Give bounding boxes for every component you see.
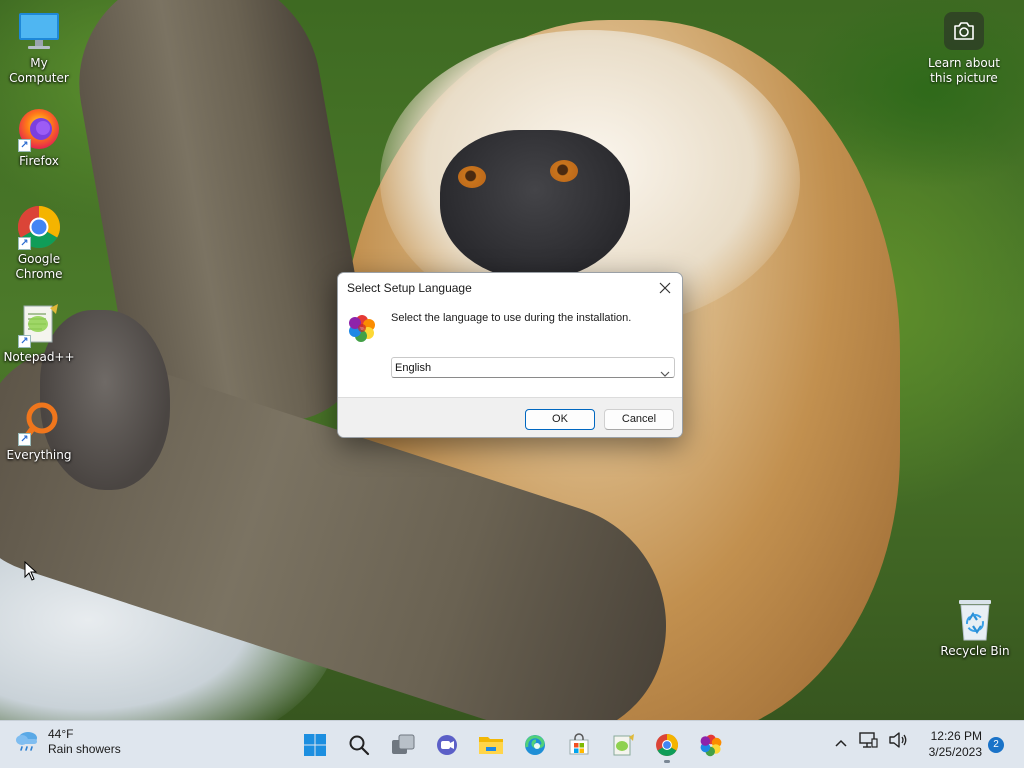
start-icon [304, 734, 326, 756]
wallpaper-monkey-face [440, 130, 630, 280]
desktop-icon-my-computer[interactable]: My Computer [0, 8, 78, 86]
network-button[interactable] [858, 731, 878, 753]
everything-search-icon: ↗ [16, 400, 62, 446]
shortcut-arrow-icon: ↗ [18, 139, 31, 152]
speaker-icon [889, 732, 907, 748]
search-icon [349, 735, 370, 756]
rain-cloud-icon [14, 728, 40, 756]
notepadpp-taskbar-button[interactable] [604, 726, 642, 764]
desktop-icon-label: Notepad++ [3, 350, 75, 364]
edge-icon [525, 735, 545, 755]
desktop-icon-label: Recycle Bin [940, 644, 1010, 658]
setup-taskbar-button[interactable] [692, 726, 730, 764]
wallpaper-monkey-eye-right [550, 160, 578, 182]
chrome-taskbar-button[interactable] [648, 726, 686, 764]
search-button[interactable] [340, 726, 378, 764]
volume-button[interactable] [888, 731, 908, 753]
clock[interactable]: 12:26 PM 3/25/2023 [922, 728, 982, 760]
desktop-icon-firefox[interactable]: ↗ Firefox [0, 106, 78, 169]
chrome-icon: ↗ [16, 204, 62, 250]
start-button[interactable] [296, 726, 334, 764]
notepadpp-icon [613, 734, 634, 756]
firefox-icon: ↗ [16, 106, 62, 152]
notification-badge[interactable]: 2 [988, 737, 1004, 753]
task-view-icon [392, 734, 415, 754]
weather-widget[interactable]: 44°F Rain showers [14, 727, 121, 757]
language-select[interactable]: English [391, 357, 675, 378]
clock-date: 3/25/2023 [928, 745, 982, 759]
camera-icon [944, 12, 984, 50]
chevron-up-icon [835, 739, 847, 747]
system-tray [834, 731, 908, 753]
chat-button[interactable] [428, 726, 466, 764]
language-select-value: English [395, 362, 432, 374]
clock-time: 12:26 PM [930, 729, 982, 743]
shortcut-arrow-icon: ↗ [18, 237, 31, 250]
dialog-titlebar[interactable]: Select Setup Language [338, 273, 682, 303]
store-icon [569, 733, 589, 755]
store-button[interactable] [560, 726, 598, 764]
shortcut-arrow-icon: ↗ [18, 335, 31, 348]
dialog-footer: OK Cancel [338, 397, 682, 437]
learn-about-picture-label: Learn about this picture [928, 56, 1000, 85]
show-hidden-icons-button[interactable] [834, 733, 848, 752]
desktop-icon-label: My Computer [9, 56, 69, 85]
network-icon [859, 732, 878, 748]
learn-about-picture[interactable]: Learn about this picture [914, 12, 1014, 86]
taskbar: 44°F Rain showers 12:26 PM 3/25/2023 2 [0, 720, 1024, 768]
cancel-button[interactable]: Cancel [604, 409, 674, 430]
shortcut-arrow-icon: ↗ [18, 433, 31, 446]
mouse-cursor-icon [24, 560, 38, 585]
desktop-icon-label: Firefox [19, 154, 59, 168]
desktop-icon-label: Everything [6, 448, 72, 462]
monitor-icon [16, 8, 62, 54]
close-icon [659, 282, 671, 294]
chat-icon [437, 735, 457, 755]
weather-condition: Rain showers [48, 742, 121, 756]
setup-language-dialog[interactable]: Select Setup Language Select the languag… [337, 272, 683, 438]
notepadpp-icon: ↗ [16, 302, 62, 348]
file-explorer-icon [479, 737, 503, 754]
desktop-icon-recycle-bin[interactable]: Recycle Bin [936, 596, 1014, 659]
setup-logo-icon [347, 313, 377, 343]
taskbar-apps [296, 726, 730, 764]
dialog-title: Select Setup Language [347, 281, 472, 295]
edge-button[interactable] [516, 726, 554, 764]
chevron-down-icon [660, 363, 670, 382]
recycle-bin-icon [952, 596, 998, 642]
desktop-icon-label: Google Chrome [15, 252, 63, 281]
task-view-button[interactable] [384, 726, 422, 764]
setup-icon [700, 734, 722, 757]
desktop[interactable]: My Computer ↗ Firefox ↗ Google Chrome ↗ … [0, 0, 1024, 720]
close-button[interactable] [654, 278, 676, 298]
dialog-message: Select the language to use during the in… [391, 312, 632, 324]
desktop-icon-everything[interactable]: ↗ Everything [0, 400, 78, 463]
weather-temp: 44°F [48, 727, 74, 741]
chrome-icon [656, 734, 678, 756]
wallpaper-monkey-eye-left [458, 166, 486, 188]
desktop-icon-notepadpp[interactable]: ↗ Notepad++ [0, 302, 78, 365]
desktop-icon-google-chrome[interactable]: ↗ Google Chrome [0, 204, 78, 282]
ok-button[interactable]: OK [525, 409, 595, 430]
dialog-body: Select the language to use during the in… [338, 303, 682, 397]
file-explorer-button[interactable] [472, 726, 510, 764]
